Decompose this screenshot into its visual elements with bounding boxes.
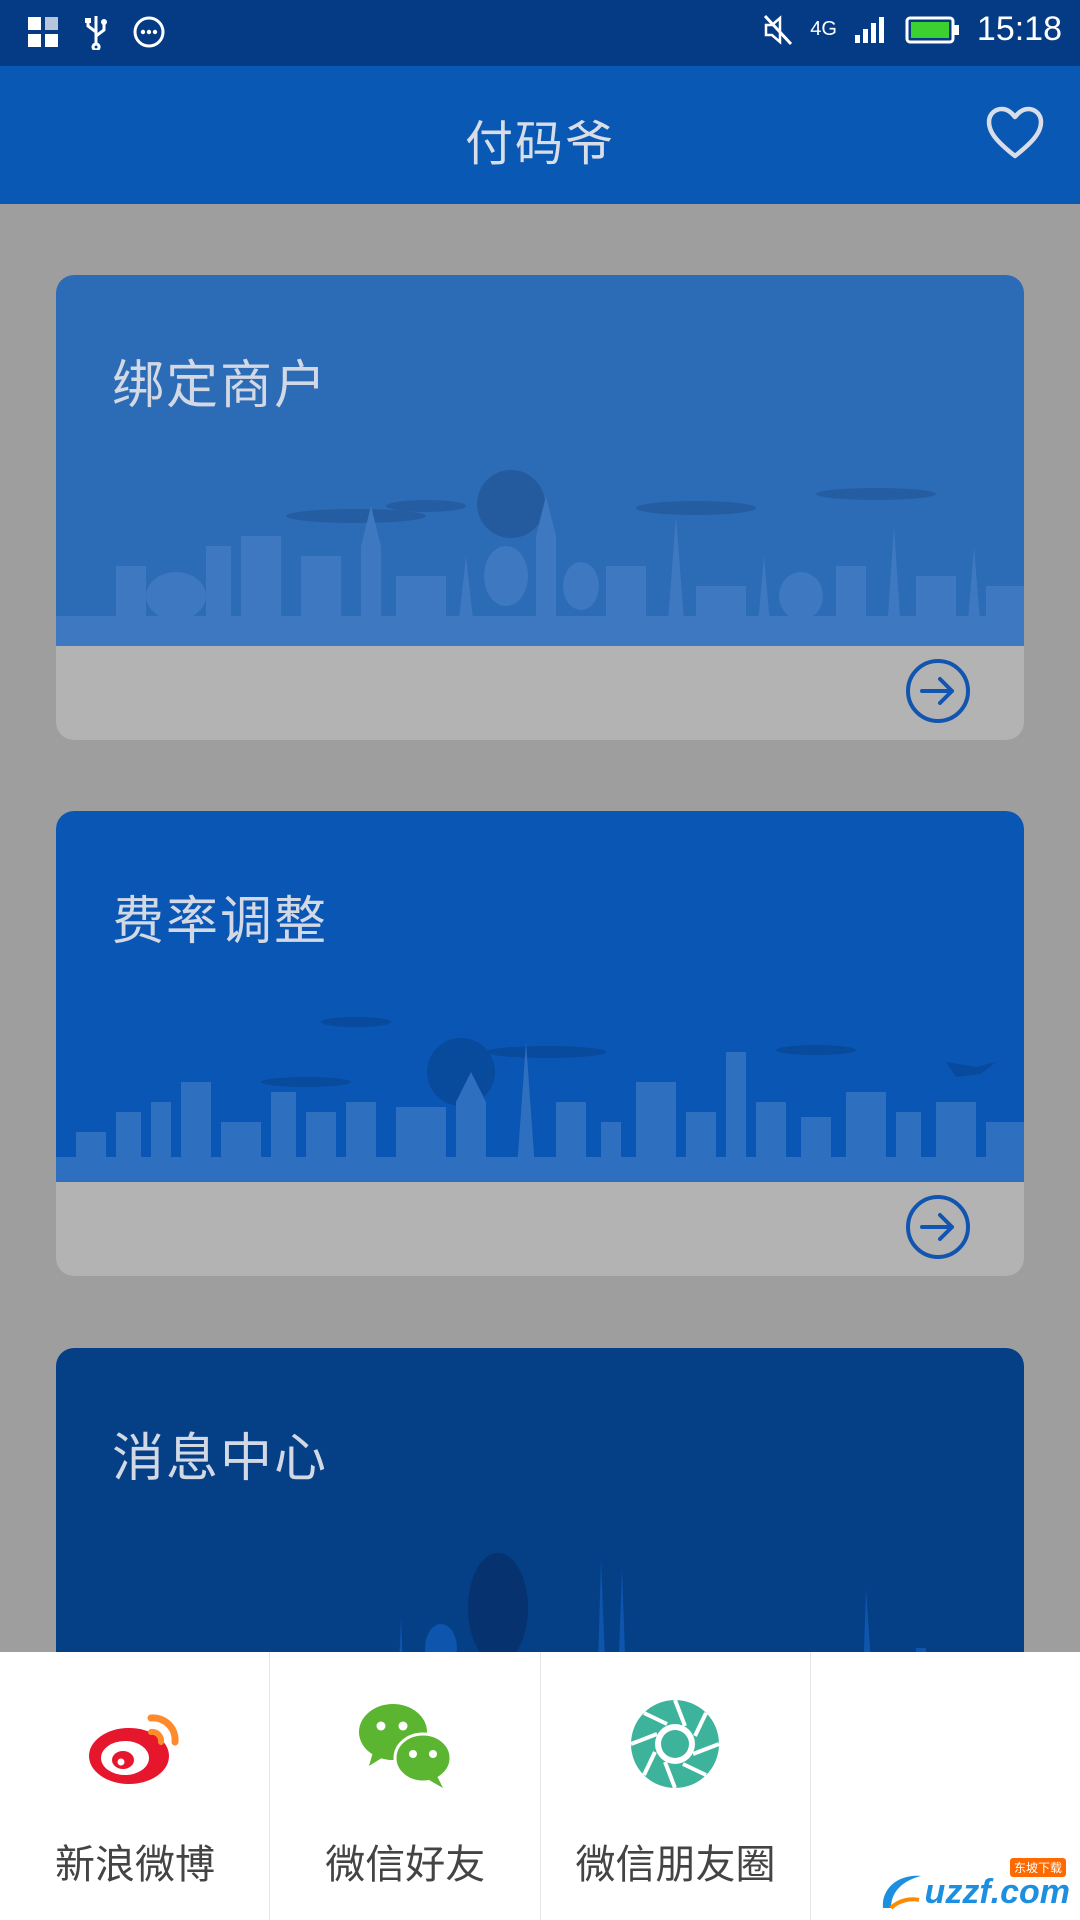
network-type: 4G [810, 18, 837, 40]
main-content: 绑定商户 费率调整 消息中心 [0, 204, 1080, 1652]
usb-icon [85, 16, 107, 50]
city-skyline-illustration [269, 1553, 926, 1652]
card-title: 绑定商户 [112, 356, 329, 416]
card-banner: 绑定商户 [56, 275, 1024, 646]
watermark-swoosh-icon [882, 1875, 921, 1910]
card-bind-merchant[interactable]: 绑定商户 [56, 275, 1024, 740]
clock: 15:18 [976, 10, 1062, 48]
card-title: 消息中心 [112, 1429, 329, 1489]
share-label: 新浪微博 [55, 1842, 215, 1888]
card-message-center[interactable]: 消息中心 [56, 1348, 1024, 1652]
card-banner: 消息中心 [56, 1348, 1024, 1652]
watermark-subtext: 东坡下载 [1009, 1858, 1066, 1877]
weibo-icon [88, 1714, 179, 1784]
share-wechat-moments[interactable]: 微信朋友圈 [541, 1652, 811, 1920]
share-wechat-friends[interactable]: 微信好友 [270, 1652, 541, 1920]
battery-icon [905, 16, 959, 43]
city-skyline-illustration [56, 1017, 1024, 1182]
arrow-right-circle-icon[interactable] [904, 657, 972, 725]
more-notifications-icon [133, 16, 165, 48]
card-title: 费率调整 [112, 892, 329, 952]
heart-outline-icon[interactable] [986, 106, 1044, 160]
share-empty-slot: uzzf.com 东坡下载 [811, 1652, 1080, 1920]
mute-icon [764, 14, 793, 45]
share-label: 微信好友 [325, 1842, 486, 1888]
share-sheet: 新浪微博 微信好友 微信朋友圈 uzzf.com 东坡下载 [0, 1652, 1080, 1920]
arrow-right-circle-icon[interactable] [904, 1193, 972, 1261]
city-skyline-illustration [56, 470, 1024, 646]
status-bar: 4G 15:18 [0, 0, 1080, 66]
card-banner: 费率调整 [56, 811, 1024, 1182]
card-rate-adjustment[interactable]: 费率调整 [56, 811, 1024, 1276]
share-weibo[interactable]: 新浪微博 [0, 1652, 271, 1920]
app-grid-icon [28, 17, 58, 47]
share-label: 微信朋友圈 [575, 1842, 776, 1888]
signal-icon [854, 16, 884, 43]
moments-icon [630, 1699, 720, 1789]
watermark-text: uzzf.com [924, 1872, 1070, 1911]
wechat-icon [358, 1704, 453, 1788]
app-title: 付码爷 [464, 116, 615, 172]
watermark-logo: uzzf.com 东坡下载 [877, 1858, 1070, 1914]
app-bar: 付码爷 [0, 66, 1080, 204]
